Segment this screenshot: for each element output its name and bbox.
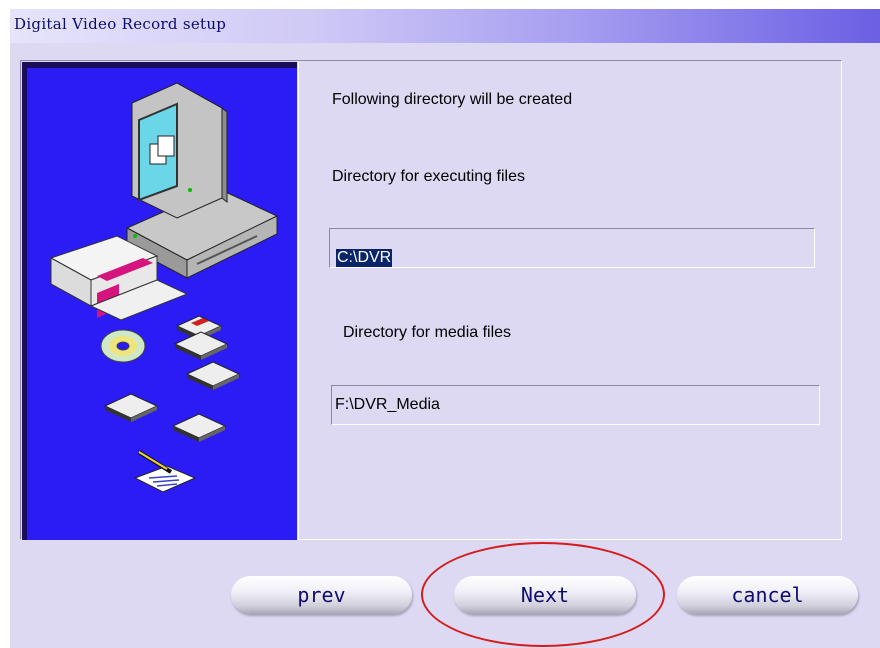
setup-illustration [22, 62, 297, 540]
media-directory-value: F:\DVR_Media [335, 396, 440, 413]
panel-divider [298, 61, 299, 539]
cancel-button[interactable]: cancel [677, 576, 858, 614]
pen-paper-icon [133, 450, 197, 493]
floppy-disk-icon [173, 331, 229, 360]
exec-directory-label: Directory for executing files [332, 168, 525, 185]
title-bar[interactable]: Digital Video Record setup [10, 9, 880, 43]
floppy-disk-icon [171, 413, 227, 442]
floppy-disk-icon [103, 393, 159, 422]
computer-icon [125, 82, 279, 279]
exec-directory-value: C:\DVR [336, 249, 393, 267]
exec-directory-input[interactable]: C:\DVR [329, 228, 815, 268]
heading-label: Following directory will be created [332, 91, 573, 108]
floppy-disk-icon [185, 361, 241, 390]
cd-icon [100, 329, 146, 363]
media-directory-input[interactable]: F:\DVR_Media [331, 385, 820, 425]
prev-button[interactable]: prev [231, 576, 412, 614]
window-title: Digital Video Record setup [14, 15, 227, 33]
media-directory-label: Directory for media files [343, 324, 512, 341]
next-button[interactable]: Next [454, 576, 636, 614]
